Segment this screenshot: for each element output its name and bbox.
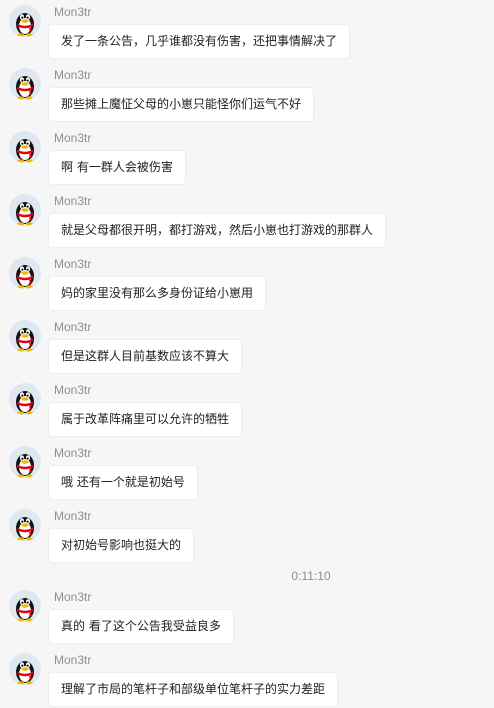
qq-penguin-icon[interactable] xyxy=(9,68,41,100)
qq-penguin-icon[interactable] xyxy=(9,5,41,37)
sender-name: Mon3tr xyxy=(54,257,92,271)
sender-name: Mon3tr xyxy=(54,446,92,460)
message-bubble[interactable]: 就是父母都很开明，都打游戏，然后小崽也打游戏的那群人 xyxy=(48,213,387,248)
qq-penguin-icon[interactable] xyxy=(9,194,41,226)
qq-penguin-icon[interactable] xyxy=(9,257,41,289)
sender-name: Mon3tr xyxy=(54,194,92,208)
sender-name: Mon3tr xyxy=(54,320,92,334)
message-bubble[interactable]: 真的 看了这个公告我受益良多 xyxy=(48,609,234,644)
sender-name: Mon3tr xyxy=(54,5,92,19)
sender-name: Mon3tr xyxy=(54,383,92,397)
qq-penguin-icon[interactable] xyxy=(9,446,41,478)
sender-name: Mon3tr xyxy=(54,653,92,667)
message-bubble[interactable]: 对初始号影响也挺大的 xyxy=(48,528,195,563)
qq-penguin-icon[interactable] xyxy=(9,320,41,352)
message-bubble[interactable]: 那些摊上魔怔父母的小崽只能怪你们运气不好 xyxy=(48,87,315,122)
sender-name: Mon3tr xyxy=(54,68,92,82)
sender-name: Mon3tr xyxy=(54,590,92,604)
message-bubble[interactable]: 但是这群人目前基数应该不算大 xyxy=(48,339,243,374)
message-bubble[interactable]: 哦 还有一个就是初始号 xyxy=(48,465,198,500)
qq-penguin-icon[interactable] xyxy=(9,590,41,622)
message-timestamp: 0:11:10 xyxy=(291,569,331,583)
qq-penguin-icon[interactable] xyxy=(9,131,41,163)
sender-name: Mon3tr xyxy=(54,131,92,145)
message-bubble[interactable]: 啊 有一群人会被伤害 xyxy=(48,150,186,185)
message-bubble[interactable]: 理解了市局的笔杆子和部级单位笔杆子的实力差距 xyxy=(48,672,339,707)
message-bubble[interactable]: 发了一条公告，几乎谁都没有伤害，还把事情解决了 xyxy=(48,24,351,59)
message-bubble[interactable]: 属于改革阵痛里可以允许的牺牲 xyxy=(48,402,243,437)
qq-penguin-icon[interactable] xyxy=(9,509,41,541)
qq-penguin-icon[interactable] xyxy=(9,653,41,685)
sender-name: Mon3tr xyxy=(54,509,92,523)
qq-penguin-icon[interactable] xyxy=(9,383,41,415)
message-bubble[interactable]: 妈的家里没有那么多身份证给小崽用 xyxy=(48,276,267,311)
